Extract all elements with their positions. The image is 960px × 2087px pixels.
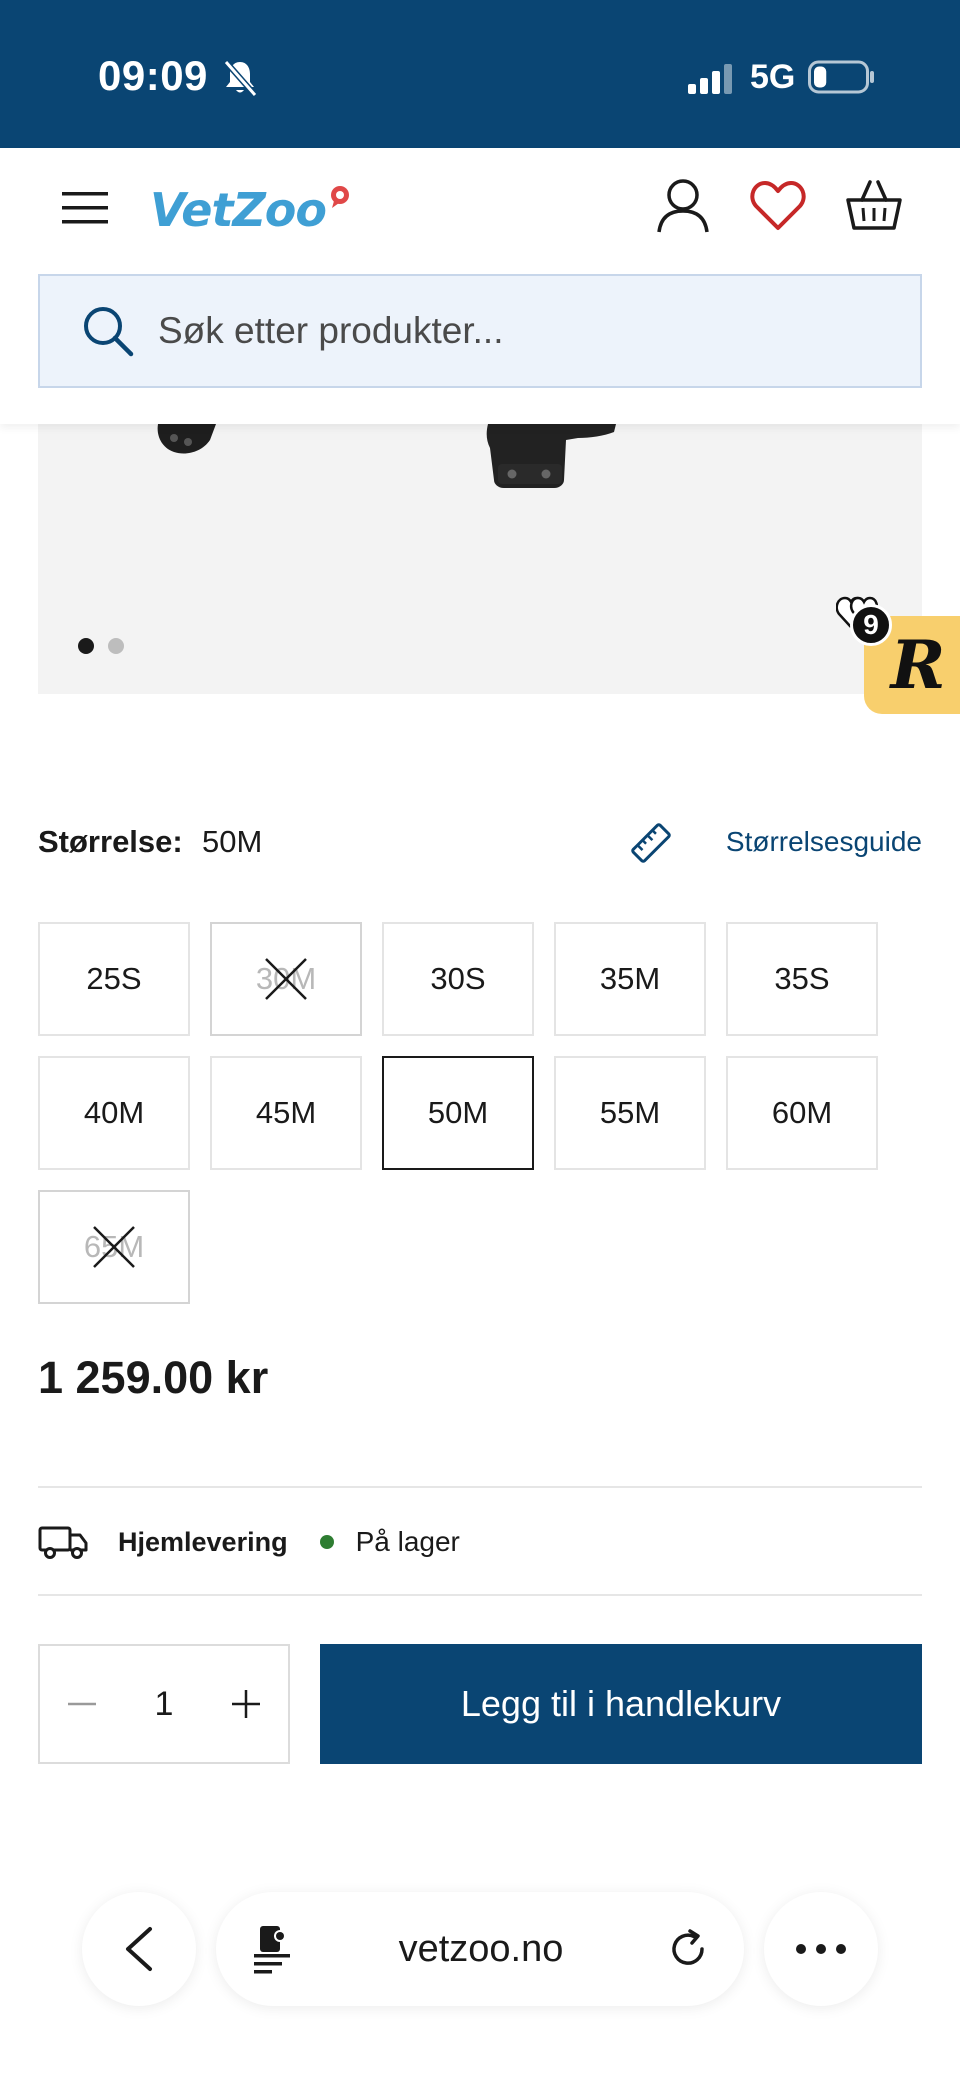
stock-status-label: På lager — [355, 1526, 460, 1557]
size-guide-link[interactable]: Størrelsesguide — [726, 826, 922, 858]
divider — [38, 1594, 922, 1596]
search-bar[interactable] — [38, 274, 922, 388]
size-option-60m[interactable]: 60M — [726, 1056, 878, 1170]
carousel-dot[interactable] — [108, 638, 124, 654]
address-text[interactable]: vetzoo.no — [296, 1928, 666, 1971]
heart-icon[interactable] — [750, 180, 806, 232]
size-header: Størrelse: 50M Størrelsesguide — [38, 820, 922, 870]
size-option-label: 40M — [83, 1095, 145, 1130]
browser-more-button[interactable] — [764, 1892, 878, 2006]
size-option-35m[interactable]: 35M — [554, 922, 706, 1036]
ruler-icon[interactable] — [628, 820, 674, 866]
reviews-badge-letter: R — [890, 626, 946, 704]
carousel-dots — [78, 638, 124, 654]
search-icon — [84, 307, 134, 357]
signal-icon — [688, 64, 732, 94]
product-image[interactable] — [38, 424, 922, 694]
delivery-label: Hjemlevering — [118, 1526, 288, 1557]
size-option-40m[interactable]: 40M — [38, 1056, 190, 1170]
wishlist-count-badge[interactable]: 9 — [850, 604, 892, 646]
size-option-label: 60M — [771, 1095, 833, 1130]
vetzoo-logo[interactable]: VetZoo — [150, 174, 352, 246]
quantity-value[interactable]: 1 — [155, 1685, 174, 1724]
bell-muted-icon — [223, 60, 258, 97]
truck-icon — [38, 1526, 88, 1559]
stock-status-dot — [319, 1535, 334, 1549]
selected-size-value: 50M — [202, 824, 263, 859]
product-photo — [157, 424, 616, 488]
size-option-label: 55M — [599, 1095, 661, 1130]
user-icon[interactable] — [656, 178, 710, 234]
size-option-label: 25S — [86, 961, 142, 996]
menu-icon[interactable] — [62, 190, 108, 226]
increase-quantity-button[interactable] — [226, 1684, 266, 1724]
size-label: Størrelse: — [38, 824, 183, 859]
add-to-cart-button[interactable]: Legg til i handlekurv — [320, 1644, 922, 1764]
size-option-label: 50M — [427, 1095, 489, 1130]
address-bar[interactable]: vetzoo.no — [216, 1892, 744, 2006]
basket-icon[interactable] — [846, 178, 902, 232]
browser-back-button[interactable] — [82, 1892, 196, 2006]
quantity-stepper: 1 — [38, 1644, 290, 1764]
product-price: 1 259.00 kr — [38, 1352, 269, 1403]
size-option-label: 35S — [774, 961, 830, 996]
size-option-label: 45M — [255, 1095, 317, 1130]
status-bar: 09:09 5G — [0, 0, 960, 148]
search-input[interactable] — [158, 310, 858, 352]
size-option-55m[interactable]: 55M — [554, 1056, 706, 1170]
minus-icon — [68, 1702, 96, 1706]
reload-icon[interactable] — [666, 1927, 710, 1971]
more-dots-icon — [796, 1944, 846, 1954]
size-option-label: 30S — [430, 961, 486, 996]
unavailable-cross-icon — [265, 958, 307, 1000]
speech-bubble-icon — [331, 186, 350, 208]
size-option-50m[interactable]: 50M — [382, 1056, 534, 1170]
size-option-25s[interactable]: 25S — [38, 922, 190, 1036]
size-option-label: 35M — [599, 961, 661, 996]
size-option-30s[interactable]: 30S — [382, 922, 534, 1036]
size-option-35s[interactable]: 35S — [726, 922, 878, 1036]
plus-icon — [231, 1690, 260, 1718]
size-option-30m: 30M — [210, 922, 362, 1036]
delivery-info: Hjemlevering På lager — [38, 1520, 922, 1564]
size-option-65m: 65M — [38, 1190, 190, 1304]
chevron-left-icon — [126, 1927, 152, 1971]
size-option-45m[interactable]: 45M — [210, 1056, 362, 1170]
status-time: 09:09 — [98, 52, 208, 99]
battery-icon — [808, 60, 874, 94]
unavailable-cross-icon — [93, 1226, 135, 1268]
page-menu-icon — [254, 1926, 290, 1974]
divider — [38, 1486, 922, 1488]
site-header: VetZoo — [0, 148, 960, 424]
decrease-quantity-button[interactable] — [62, 1684, 102, 1724]
page: 09:09 5G VetZoo Søk etter produkter... 9… — [0, 0, 960, 2087]
logo-text: VetZoo — [150, 183, 327, 237]
carousel-dot[interactable] — [78, 638, 94, 654]
network-label: 5G — [750, 58, 796, 96]
